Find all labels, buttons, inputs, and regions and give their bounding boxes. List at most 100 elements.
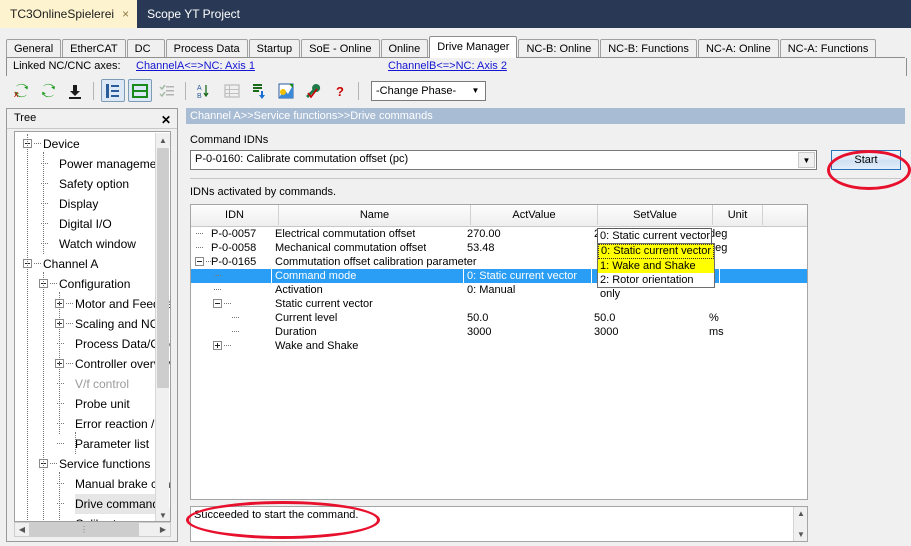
- tree-item[interactable]: Motor and Feedback: [15, 294, 170, 314]
- command-mode-dropdown[interactable]: 0: Static current vector 1: Wake and Sha…: [597, 243, 715, 300]
- command-idn-value: P-0-0160: Calibrate commutation offset (…: [195, 153, 409, 165]
- log-output[interactable]: Succeeded to start the command. ▲ ▼: [190, 506, 808, 542]
- tree-item[interactable]: Drive commands: [15, 494, 166, 514]
- cell-idn: P-0-0058: [211, 242, 257, 254]
- chart-icon[interactable]: [274, 79, 298, 102]
- tree-item[interactable]: V/f control: [15, 374, 155, 394]
- tree-item[interactable]: Display: [15, 194, 155, 214]
- sort-az-icon[interactable]: A B: [193, 79, 217, 102]
- tree-horizontal-scrollbar[interactable]: ◀ ⋮ ▶: [14, 522, 171, 537]
- tab-process-data[interactable]: Process Data: [165, 39, 248, 58]
- tree-guideline: [59, 292, 61, 434]
- table-row[interactable]: Duration 3000 3000 ms: [191, 325, 807, 339]
- cell-name: Wake and Shake: [275, 340, 359, 352]
- scroll-right-icon[interactable]: ▶: [156, 523, 170, 536]
- tab-ncb-functions[interactable]: NC-B: Functions: [600, 39, 697, 58]
- scroll-thumb-h[interactable]: ⋮: [29, 523, 139, 536]
- tree-item[interactable]: Service functions: [15, 454, 155, 474]
- linked-axes-bar: Linked NC/CNC axes: ChannelA<=>NC: Axis …: [6, 58, 907, 76]
- tree-item[interactable]: Configuration: [15, 274, 155, 294]
- tab-nca-functions[interactable]: NC-A: Functions: [779, 39, 877, 58]
- wrench-icon[interactable]: [301, 79, 325, 102]
- grid-header-idn[interactable]: IDN: [191, 205, 279, 225]
- table-icon[interactable]: [220, 79, 244, 102]
- close-icon[interactable]: ×: [122, 7, 129, 21]
- split-view-icon[interactable]: [128, 79, 152, 102]
- scroll-down-icon[interactable]: ▼: [794, 528, 808, 541]
- change-phase-combo[interactable]: -Change Phase- ▼: [371, 80, 486, 101]
- tab-online[interactable]: Online: [380, 39, 429, 58]
- tabstrip: General EtherCAT DC Process Data Startup…: [6, 36, 905, 58]
- tree-item[interactable]: Parameter list: [15, 434, 155, 454]
- start-button[interactable]: Start: [831, 150, 901, 170]
- grid-header-blank[interactable]: [763, 205, 807, 225]
- tree-guideline: [59, 472, 61, 521]
- download-icon[interactable]: [63, 79, 87, 102]
- tree-item[interactable]: Probe unit: [15, 394, 155, 414]
- grid-header-actvalue[interactable]: ActValue: [471, 205, 598, 225]
- cell-name: Current level: [275, 312, 338, 324]
- tab-startup[interactable]: Startup: [248, 39, 301, 58]
- tree-item[interactable]: Controller overview: [15, 354, 170, 374]
- collapse-icon[interactable]: [213, 299, 222, 308]
- tree-body[interactable]: Device Power management Safety option Displ…: [14, 131, 171, 522]
- tab-nca-online[interactable]: NC-A: Online: [697, 39, 779, 58]
- tree-connector: [66, 303, 73, 304]
- scroll-up-icon[interactable]: ▲: [156, 133, 170, 147]
- grid-header-unit[interactable]: Unit: [713, 205, 763, 225]
- reload-error-icon[interactable]: x: [9, 79, 33, 102]
- tree-item[interactable]: Power management: [15, 154, 166, 174]
- tree-item[interactable]: Channel A: [15, 254, 155, 274]
- tab-soe-online[interactable]: SoE - Online: [301, 39, 380, 58]
- log-vertical-scrollbar[interactable]: ▲ ▼: [793, 507, 807, 541]
- idn-grid[interactable]: IDN Name ActValue SetValue Unit P-0-0057…: [190, 204, 808, 500]
- expand-icon[interactable]: [213, 341, 222, 350]
- grid-header-setvalue[interactable]: SetValue: [598, 205, 713, 225]
- help-icon[interactable]: ?: [328, 79, 352, 102]
- tab-general[interactable]: General: [6, 39, 62, 58]
- setvalue-editor[interactable]: 0: Static current vector: [597, 228, 712, 244]
- link-channel-a[interactable]: ChannelA<=>NC: Axis 1: [136, 60, 255, 72]
- tab-dc[interactable]: DC: [126, 39, 165, 58]
- tree-item[interactable]: Process Data/Objects: [15, 334, 170, 354]
- dropdown-option-0[interactable]: 0: Static current vector: [598, 244, 714, 259]
- document-tab-scope[interactable]: Scope YT Project: [137, 0, 248, 28]
- chevron-down-icon[interactable]: ▼: [798, 152, 815, 168]
- link-channel-b[interactable]: ChannelB<=>NC: Axis 2: [388, 60, 507, 72]
- dropdown-option-2[interactable]: 2: Rotor orientation only: [598, 273, 714, 300]
- grid-header-name[interactable]: Name: [279, 205, 471, 225]
- command-idn-combo[interactable]: P-0-0160: Calibrate commutation offset (…: [190, 150, 817, 170]
- document-tab-active[interactable]: TC3OnlineSpielerei ×: [0, 0, 138, 28]
- chevron-down-icon[interactable]: ▼: [468, 84, 483, 98]
- table-row[interactable]: Wake and Shake: [191, 339, 807, 353]
- tree-item[interactable]: Manual brake control: [15, 474, 170, 494]
- refresh-icon[interactable]: [36, 79, 60, 102]
- tab-ncb-online[interactable]: NC-B: Online: [518, 39, 600, 58]
- tree-view-icon[interactable]: [101, 79, 125, 102]
- collapse-icon[interactable]: [195, 257, 204, 266]
- scroll-down-icon[interactable]: ▼: [156, 508, 170, 521]
- tree-item[interactable]: Safety option: [15, 174, 155, 194]
- tree-item-label: Drive commands: [75, 494, 166, 514]
- tree-item[interactable]: Digital I/O: [15, 214, 155, 234]
- tree-item[interactable]: Watch window: [15, 234, 155, 254]
- tab-drive-manager[interactable]: Drive Manager: [429, 36, 518, 58]
- scroll-left-icon[interactable]: ◀: [15, 523, 29, 536]
- close-icon[interactable]: ✕: [161, 111, 171, 130]
- tree-item[interactable]: Scaling and NC: [15, 314, 158, 334]
- toolbar-separator: [185, 81, 186, 100]
- scroll-up-icon[interactable]: ▲: [794, 507, 808, 520]
- table-row[interactable]: P-0-0057 Electrical commutation offset 270…: [191, 227, 807, 241]
- cell-idn: P-0-0165: [211, 256, 257, 268]
- scroll-thumb[interactable]: [157, 148, 169, 388]
- table-row[interactable]: Static current vector: [191, 297, 807, 311]
- dropdown-option-1[interactable]: 1: Wake and Shake: [598, 259, 714, 273]
- tree-item[interactable]: Device: [15, 134, 155, 154]
- tab-ethercat[interactable]: EtherCAT: [62, 39, 126, 58]
- tree-item[interactable]: Calibrate commutation: [15, 514, 170, 521]
- checklist-icon[interactable]: [155, 79, 179, 102]
- export-down-icon[interactable]: [247, 79, 271, 102]
- tree-item[interactable]: Error reaction / L: [15, 414, 164, 434]
- tree-vertical-scrollbar[interactable]: ▲ ▼: [155, 133, 170, 521]
- table-row[interactable]: Current level 50.0 50.0%: [191, 311, 807, 325]
